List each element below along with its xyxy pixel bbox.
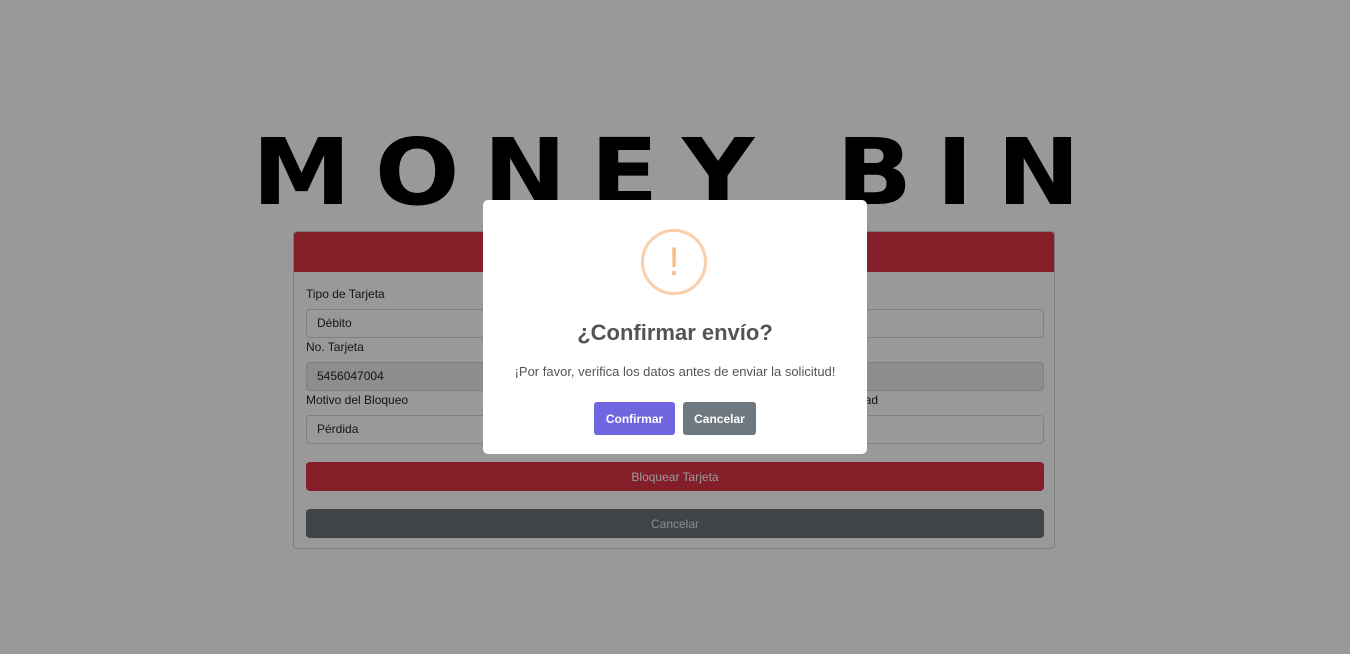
confirm-button[interactable]: Confirmar xyxy=(594,402,675,435)
confirm-dialog: ! ¿Confirmar envío? ¡Por favor, verifica… xyxy=(483,200,867,454)
cancel-button[interactable]: Cancelar xyxy=(683,402,756,435)
dialog-message: ¡Por favor, verifica los datos antes de … xyxy=(514,364,836,379)
warning-icon: ! xyxy=(641,229,707,295)
dialog-title: ¿Confirmar envío? xyxy=(577,320,773,345)
page: MONEY BIN Tipo de Tarjeta Débito r No. T… xyxy=(0,0,1350,654)
